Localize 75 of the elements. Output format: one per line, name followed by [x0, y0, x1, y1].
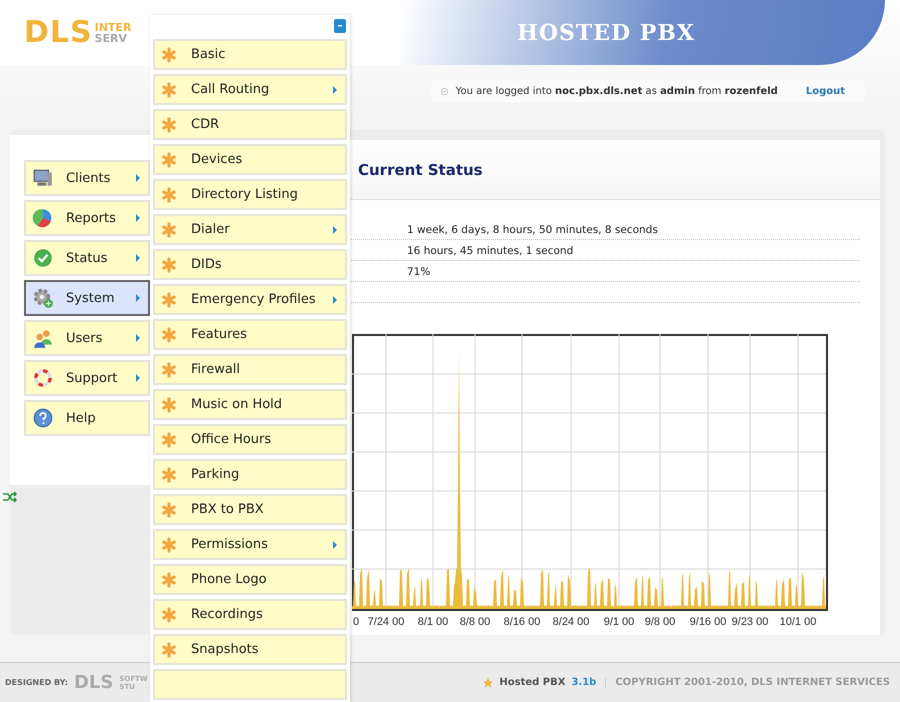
- asterisk-icon: [161, 536, 177, 552]
- shuffle-icon[interactable]: [3, 491, 17, 503]
- settings-icon: [32, 287, 54, 309]
- axis-label: 10/1 00: [780, 616, 816, 628]
- sidebar-item[interactable]: Users: [24, 320, 150, 356]
- submenu-item[interactable]: Parking: [153, 459, 347, 490]
- asterisk-icon: [161, 152, 177, 168]
- logo-text: INTER: [94, 22, 132, 32]
- submenu-item[interactable]: Features: [153, 319, 347, 350]
- logo-text: DLS: [24, 15, 93, 50]
- header-title: HOSTED PBX: [517, 20, 695, 46]
- asterisk-icon: [161, 432, 177, 448]
- sidebar-item[interactable]: System: [24, 280, 150, 316]
- logo-text: DLS: [74, 672, 114, 693]
- axis-label: 8/8 00: [460, 616, 490, 628]
- submenu-item[interactable]: Recordings: [153, 599, 347, 630]
- asterisk-icon: [161, 362, 177, 378]
- sidebar-item[interactable]: Reports: [24, 200, 150, 236]
- asterisk-icon: [161, 642, 177, 658]
- login-message: You are logged into noc.pbx.dls.net as admin from rozenfeld: [456, 86, 778, 96]
- submenu-item[interactable]: Emergency Profiles: [153, 284, 347, 315]
- axis-label: 0: [353, 616, 360, 628]
- asterisk-icon: [161, 82, 177, 98]
- submenu-item[interactable]: Directory Listing: [153, 179, 347, 210]
- asterisk-icon: [161, 222, 177, 238]
- submenu-item[interactable]: Devices: [153, 144, 347, 175]
- asterisk-icon: [161, 256, 177, 272]
- lifebuoy-icon: [32, 367, 54, 389]
- version-number: 3.1b: [571, 677, 596, 688]
- designed-by-label: DESIGNED BY:: [5, 678, 68, 687]
- submenu-item[interactable]: Basic: [153, 39, 347, 70]
- submenu-item[interactable]: Permissions: [153, 529, 347, 560]
- pie-chart-icon: [32, 207, 54, 229]
- help-icon: [32, 407, 54, 429]
- submenu-item[interactable]: Music on Hold: [153, 389, 347, 420]
- star-icon: [483, 678, 494, 688]
- check-icon: [32, 247, 54, 269]
- asterisk-icon: [161, 186, 177, 202]
- asterisk-icon: [161, 326, 177, 342]
- axis-label: 9/23 00: [732, 616, 768, 628]
- submenu-item[interactable]: Firewall: [153, 354, 347, 385]
- product-name: Hosted PBX: [499, 677, 566, 688]
- axis-label: 8/24 00: [552, 616, 590, 628]
- sidebar-item[interactable]: Status: [24, 240, 150, 276]
- sidebar-item[interactable]: Clients: [24, 160, 150, 196]
- asterisk-icon: [161, 292, 177, 308]
- axis-label: 9/1 00: [604, 616, 634, 628]
- bullet-icon: [440, 88, 448, 94]
- logout-link[interactable]: Logout: [806, 86, 845, 96]
- axis-label: 9/16 00: [690, 616, 726, 628]
- submenu-item[interactable]: Call Routing: [153, 74, 347, 105]
- logo-text: SERV: [94, 32, 128, 44]
- submenu-item[interactable]: DIDs: [153, 249, 347, 280]
- asterisk-icon: [161, 606, 177, 622]
- submenu-item[interactable]: Snapshots: [153, 634, 347, 665]
- submenu-item[interactable]: Dialer: [153, 214, 347, 245]
- asterisk-icon: [161, 466, 177, 482]
- axis-label: 7/24 00: [368, 616, 404, 628]
- asterisk-icon: [161, 396, 177, 412]
- axis-label: 9/8 00: [644, 616, 676, 628]
- submenu-item[interactable]: CDR: [153, 109, 347, 140]
- panel-title: Current Status: [358, 160, 483, 178]
- asterisk-icon: [161, 502, 177, 518]
- asterisk-icon: [161, 46, 177, 62]
- asterisk-icon: [161, 116, 177, 132]
- collapse-icon[interactable]: [334, 19, 346, 33]
- submenu-item[interactable]: PBX to PBX: [153, 494, 347, 525]
- axis-label: 8/16 00: [504, 616, 540, 628]
- copyright-text: COPYRIGHT 2001-2010, DLS INTERNET SERVICES: [615, 677, 890, 688]
- sidebar-item[interactable]: Support: [24, 360, 150, 396]
- submenu-item[interactable]: Phone Logo: [153, 564, 347, 595]
- submenu-item[interactable]: Office Hours: [153, 424, 347, 455]
- axis-label: 8/1 00: [418, 616, 448, 628]
- sidebar-item[interactable]: Help: [24, 400, 150, 436]
- asterisk-icon: [161, 572, 177, 588]
